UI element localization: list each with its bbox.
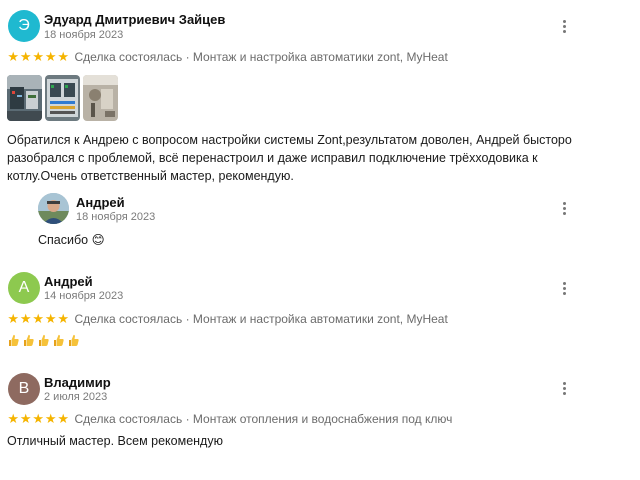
star-icon: ★ (19, 311, 32, 327)
thumbs-up-icon (8, 333, 19, 346)
star-icon: ★ (7, 311, 20, 327)
star-icon: ★ (32, 311, 45, 327)
star-icon: ★ (19, 411, 32, 427)
reviewer-name[interactable]: Андрей (44, 274, 93, 289)
star-icon: ★ (57, 49, 70, 65)
review-text: Отличный мастер. Всем рекомендую (7, 434, 223, 448)
more-options-icon[interactable] (556, 380, 572, 396)
reviewer-name[interactable]: Владимир (44, 375, 111, 390)
review-date: 18 ноября 2023 (44, 29, 124, 41)
review-text: Обратился к Андрею с вопросом настройки … (7, 133, 572, 183)
star-icon: ★ (32, 411, 45, 427)
star-icon: ★ (44, 311, 57, 327)
more-options-icon[interactable] (556, 280, 572, 296)
star-icon: ★ (7, 49, 20, 65)
star-icon: ★ (7, 411, 20, 427)
review-card: А Андрей 14 ноября 2023 ★ ★ ★ ★ ★ Сделка… (0, 260, 640, 370)
review-emoji-text (8, 333, 79, 346)
review-date: 2 июля 2023 (44, 391, 108, 403)
review-photo[interactable] (45, 75, 80, 121)
avatar[interactable] (38, 193, 69, 224)
avatar[interactable]: Э (8, 10, 40, 42)
reply-text: Спасибо 😊 (38, 233, 105, 247)
rating-row: ★ ★ ★ ★ ★ Сделка состоялась · Монтаж и н… (7, 50, 448, 64)
deal-info: Сделка состоялась · Монтаж и настройка а… (74, 312, 448, 326)
star-icon: ★ (57, 311, 70, 327)
rating-stars: ★ ★ ★ ★ ★ (7, 51, 70, 64)
review-card: В Владимир 2 июля 2023 ★ ★ ★ ★ ★ Сделка … (0, 362, 640, 480)
reply-date: 18 ноября 2023 (76, 211, 156, 223)
star-icon: ★ (44, 411, 57, 427)
thumbs-up-icon (68, 333, 79, 346)
thumbs-up-icon (53, 333, 64, 346)
review-card: Э Эдуард Дмитриевич Зайцев 18 ноября 202… (0, 0, 640, 260)
deal-info: Сделка состоялась · Монтаж отопления и в… (74, 412, 453, 426)
review-photos (7, 75, 118, 121)
review-date: 14 ноября 2023 (44, 290, 124, 302)
star-icon: ★ (19, 49, 32, 65)
more-options-icon[interactable] (556, 200, 572, 216)
reply-author-name[interactable]: Андрей (76, 195, 125, 210)
more-options-icon[interactable] (556, 18, 572, 34)
rating-stars: ★ ★ ★ ★ ★ (7, 313, 70, 326)
rating-row: ★ ★ ★ ★ ★ Сделка состоялась · Монтаж и н… (7, 312, 448, 326)
avatar[interactable]: А (8, 272, 40, 304)
star-icon: ★ (32, 49, 45, 65)
rating-stars: ★ ★ ★ ★ ★ (7, 413, 70, 426)
thumbs-up-icon (23, 333, 34, 346)
thumbs-up-icon (38, 333, 49, 346)
review-photo[interactable] (7, 75, 42, 121)
star-icon: ★ (57, 411, 70, 427)
star-icon: ★ (44, 49, 57, 65)
deal-info: Сделка состоялась · Монтаж и настройка а… (74, 50, 448, 64)
rating-row: ★ ★ ★ ★ ★ Сделка состоялась · Монтаж ото… (7, 412, 452, 426)
avatar[interactable]: В (8, 373, 40, 405)
review-photo[interactable] (83, 75, 118, 121)
reviewer-name[interactable]: Эдуард Дмитриевич Зайцев (44, 12, 225, 27)
